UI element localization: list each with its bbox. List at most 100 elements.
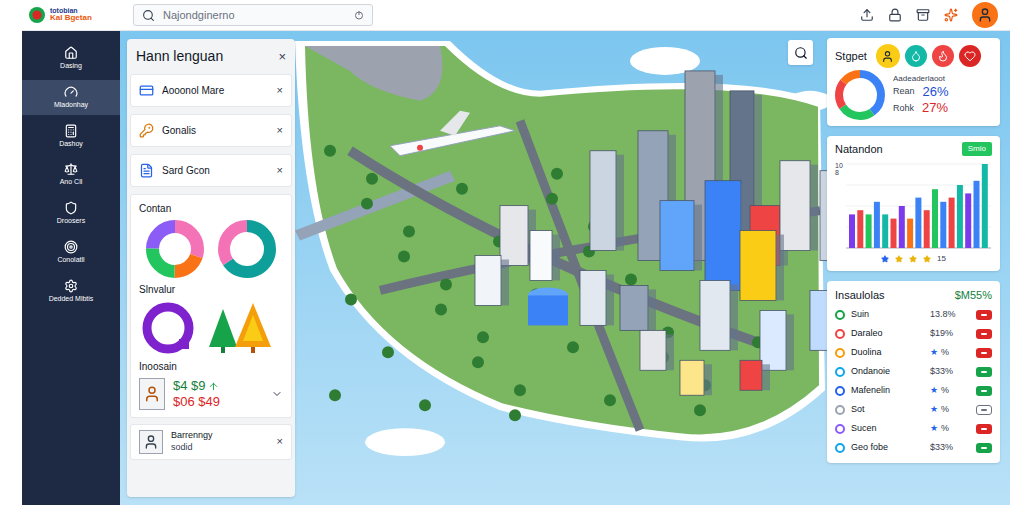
- right-column: StgpetAadeaderlaootRean26%Rohk27%Natando…: [827, 38, 1000, 505]
- left-panel: Hann lenguan×Aooonol Mare×Gonalis×Sard G…: [127, 39, 295, 497]
- logo[interactable]: totobianKal Bgetan: [22, 6, 120, 24]
- tree: [440, 278, 452, 290]
- filter-chip[interactable]: Sard Gcon×: [130, 154, 292, 187]
- user-avatar[interactable]: [972, 2, 998, 28]
- bar: [932, 189, 938, 248]
- row-badge[interactable]: [976, 310, 992, 320]
- table-row[interactable]: Geo fobe$33%: [835, 439, 992, 458]
- sidebar-item[interactable]: Ano Cll: [22, 157, 120, 192]
- tree: [366, 173, 378, 185]
- map-search-button[interactable]: [788, 40, 813, 65]
- filter-icon: [139, 163, 154, 178]
- row-badge[interactable]: [976, 443, 992, 453]
- building: [530, 231, 560, 281]
- stat-icon[interactable]: [905, 45, 927, 67]
- row-badge[interactable]: [976, 386, 992, 396]
- donut-segment: [224, 226, 270, 272]
- app-window: totobianKal Bgetan Najondginerno Dasing Mla…: [22, 0, 1010, 505]
- table-row[interactable]: Ondanoie$33%: [835, 363, 992, 382]
- row-badge[interactable]: [976, 405, 992, 415]
- star-icon: [895, 255, 903, 263]
- sidebar-item[interactable]: Dasing: [22, 41, 120, 76]
- tree: [509, 409, 521, 421]
- stat-row: Rean26%: [893, 84, 949, 100]
- logo-icon: [28, 6, 46, 24]
- stats-card: StgpetAadeaderlaootRean26%Rohk27%: [827, 38, 1000, 126]
- star-mark: ★: [930, 346, 938, 360]
- bar: [957, 185, 963, 248]
- panel-title: Hann lenguan: [136, 46, 223, 67]
- sidebar-item[interactable]: Mladonhay: [22, 80, 120, 115]
- remove-button[interactable]: ×: [277, 162, 283, 179]
- sidebar-item[interactable]: Droosers: [22, 196, 120, 231]
- filter-icon: [139, 83, 154, 98]
- person-card[interactable]: Barrenngysodid×: [130, 424, 292, 460]
- archive-icon[interactable]: [916, 8, 930, 22]
- sidebar-item[interactable]: Conolatll: [22, 235, 120, 270]
- remove-button[interactable]: ×: [277, 122, 283, 139]
- bar: [890, 218, 896, 247]
- income-row[interactable]: $4 $9$06 $49: [139, 378, 283, 411]
- star-mark: ★: [930, 403, 938, 417]
- filter-chip[interactable]: Gonalis×: [130, 114, 292, 147]
- badge[interactable]: Smio: [962, 142, 992, 156]
- building: [780, 161, 818, 251]
- row-badge[interactable]: [976, 348, 992, 358]
- donut-chart: [218, 220, 276, 278]
- remove-button[interactable]: ×: [277, 82, 283, 99]
- stat-icon[interactable]: [876, 44, 900, 68]
- row-dot-icon: [835, 329, 845, 339]
- stat-icon[interactable]: [932, 45, 954, 67]
- avatar: [139, 378, 165, 410]
- bar: [907, 218, 913, 247]
- table-row[interactable]: Daraleo$19%: [835, 325, 992, 344]
- row-dot-icon: [835, 386, 845, 396]
- tree: [435, 303, 447, 315]
- person-icon: [143, 385, 161, 403]
- row-badge[interactable]: [976, 329, 992, 339]
- star-mark: ★: [930, 384, 938, 398]
- tree: [567, 341, 579, 353]
- close-button[interactable]: ×: [278, 47, 286, 67]
- tree: [361, 198, 373, 210]
- search-field[interactable]: Najondginerno: [133, 4, 373, 26]
- sidebar-item[interactable]: Dashoy: [22, 119, 120, 154]
- search-icon: [142, 9, 155, 22]
- tree: [551, 168, 563, 180]
- filter-chip[interactable]: Aooonol Mare×: [130, 74, 292, 107]
- row-dot-icon: [835, 443, 845, 453]
- table-row[interactable]: Sucen★%: [835, 420, 992, 439]
- up-arrow-icon: [208, 381, 219, 392]
- sidebar-item[interactable]: Dedded Mlbtis: [22, 274, 120, 309]
- table-row[interactable]: Mafenelin★%: [835, 382, 992, 401]
- search-icon: [794, 46, 808, 60]
- tree: [625, 273, 637, 285]
- tree: [382, 346, 394, 358]
- bar: [923, 210, 929, 248]
- trees-icon: [205, 301, 275, 355]
- star-icon: [881, 255, 889, 263]
- remove-button[interactable]: ×: [277, 433, 283, 450]
- tree: [456, 183, 468, 195]
- row-badge[interactable]: [976, 367, 992, 377]
- tree: [329, 389, 341, 401]
- table-row[interactable]: Sot★%: [835, 401, 992, 420]
- table-row[interactable]: Duolina★%: [835, 344, 992, 363]
- sparkle-icon[interactable]: [944, 8, 958, 22]
- tree: [604, 394, 616, 406]
- logo-text: totobian: [50, 7, 92, 14]
- heart-icon: [964, 50, 976, 62]
- row-badge[interactable]: [976, 424, 992, 434]
- bar: [948, 197, 954, 247]
- upload-icon[interactable]: [860, 8, 874, 22]
- bar: [882, 214, 888, 248]
- lock-icon[interactable]: [888, 8, 902, 22]
- table-row[interactable]: Suin13.8%: [835, 306, 992, 325]
- toolbar-icons: [860, 2, 1010, 28]
- stat-icon[interactable]: [959, 45, 981, 67]
- y-tick: 8: [835, 169, 843, 176]
- stat-row: Rohk27%: [893, 100, 949, 116]
- logo-text: Kal Bgetan: [50, 14, 92, 22]
- charts-card: ContanSlnvalurInoosain$4 $9$06 $49: [130, 194, 292, 418]
- chevron-down-icon[interactable]: [271, 388, 283, 400]
